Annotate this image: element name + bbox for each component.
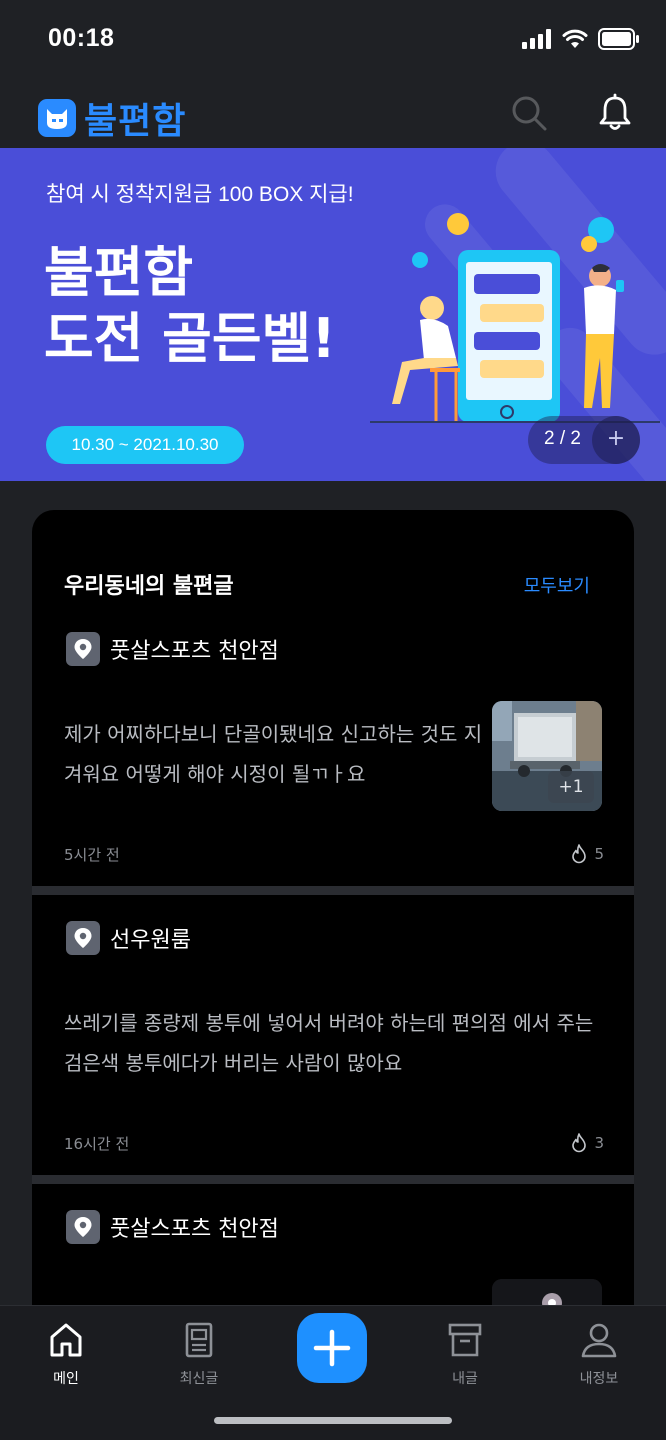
post-time: 5시간 전 [64, 846, 120, 864]
hot-count: 3 [594, 1134, 604, 1152]
location-pin-icon [66, 921, 100, 955]
location-pin-icon [66, 1210, 100, 1244]
logo[interactable]: 불편함 [38, 92, 186, 144]
plus-icon [313, 1329, 351, 1367]
post-card[interactable]: 우리동네의 불편글 모두보기 풋살스포츠 천안점 제가 어찌하다보니 단골이됐네… [32, 510, 634, 886]
banner-illustration [370, 213, 660, 423]
post-card[interactable]: 선우원룸 쓰레기를 종량제 봉투에 넣어서 버려야 하는데 편의점 에서 주는 … [32, 895, 634, 1175]
promo-banner[interactable]: 참여 시 정착지원금 100 BOX 지급! 불편함 도전 골든벨! 10.30… [0, 148, 666, 481]
banner-title-line1: 불편함 [44, 241, 194, 304]
app-header: 불편함 [0, 80, 666, 148]
banner-subtitle: 참여 시 정착지원금 100 BOX 지급! [46, 183, 354, 206]
place-name: 풋살스포츠 천안점 [110, 1217, 279, 1242]
tab-my-info[interactable]: 내정보 [554, 1320, 644, 1388]
banner-date-pill: 10.30 ~ 2021.10.30 [46, 426, 244, 464]
banner-more-button[interactable]: + [592, 416, 640, 464]
tab-my-posts[interactable]: 내글 [420, 1320, 510, 1388]
logo-text: 불편함 [84, 101, 187, 142]
user-icon [581, 1323, 617, 1358]
search-icon[interactable] [508, 92, 550, 134]
home-icon [50, 1323, 82, 1357]
archive-icon [448, 1323, 482, 1357]
tab-label: 내정보 [579, 1371, 619, 1387]
tab-latest[interactable]: 최신글 [154, 1320, 244, 1388]
post-place[interactable]: 풋살스포츠 천안점 [66, 632, 279, 666]
banner-title: 불편함 도전 골든벨! [44, 240, 336, 372]
location-pin-icon [66, 632, 100, 666]
battery-icon [598, 28, 639, 50]
tab-main[interactable]: 메인 [21, 1320, 111, 1388]
post-text: 제가 어찌하다보니 단골이됐네요 신고하는 것도 지겨워요 어떻게 해야 시정이… [64, 722, 483, 786]
new-post-button[interactable] [297, 1313, 367, 1383]
post-divider [32, 1175, 634, 1184]
post-text: 쓰레기를 종량제 봉투에 넣어서 버려야 하는데 편의점 에서 주는 검은색 봉… [64, 1011, 594, 1075]
post-place[interactable]: 풋살스포츠 천안점 [66, 1210, 279, 1244]
post-hot-count: 3 [570, 1133, 604, 1153]
banner-title-line2: 도전 골든벨! [44, 307, 336, 370]
status-icons [522, 28, 640, 50]
tab-bar: 메인 최신글 내글 내정보 [0, 1305, 666, 1440]
status-time: 00:18 [48, 24, 115, 52]
see-all-link[interactable]: 모두보기 [524, 572, 590, 598]
post-thumbnail[interactable]: +1 [492, 701, 602, 811]
post-divider [32, 886, 634, 895]
banner-pager: 2 / 2 + [528, 416, 640, 464]
more-images-badge: +1 [548, 771, 594, 803]
status-bar: 00:18 [0, 0, 666, 80]
place-name: 풋살스포츠 천안점 [110, 639, 279, 664]
flame-icon [572, 844, 587, 864]
wifi-icon [562, 29, 588, 48]
banner-page-indicator: 2 / 2 [544, 428, 581, 449]
tab-label: 메인 [53, 1371, 79, 1387]
post-hot-count: 5 [570, 844, 604, 864]
post-card[interactable]: 풋살스포츠 천안점 [32, 1184, 634, 1389]
bell-icon[interactable] [594, 92, 636, 134]
tab-label: 내글 [452, 1371, 478, 1387]
place-name: 선우원룸 [110, 928, 191, 953]
home-indicator [214, 1417, 452, 1424]
post-place[interactable]: 선우원룸 [66, 921, 191, 955]
tab-label: 최신글 [179, 1371, 219, 1387]
flame-icon [572, 1133, 587, 1153]
signal-icon [522, 29, 551, 49]
document-icon [185, 1322, 213, 1358]
hot-count: 5 [594, 845, 604, 863]
post-time: 16시간 전 [64, 1135, 130, 1153]
logo-icon [38, 99, 76, 137]
section-title: 우리동네의 불편글 [64, 574, 234, 599]
